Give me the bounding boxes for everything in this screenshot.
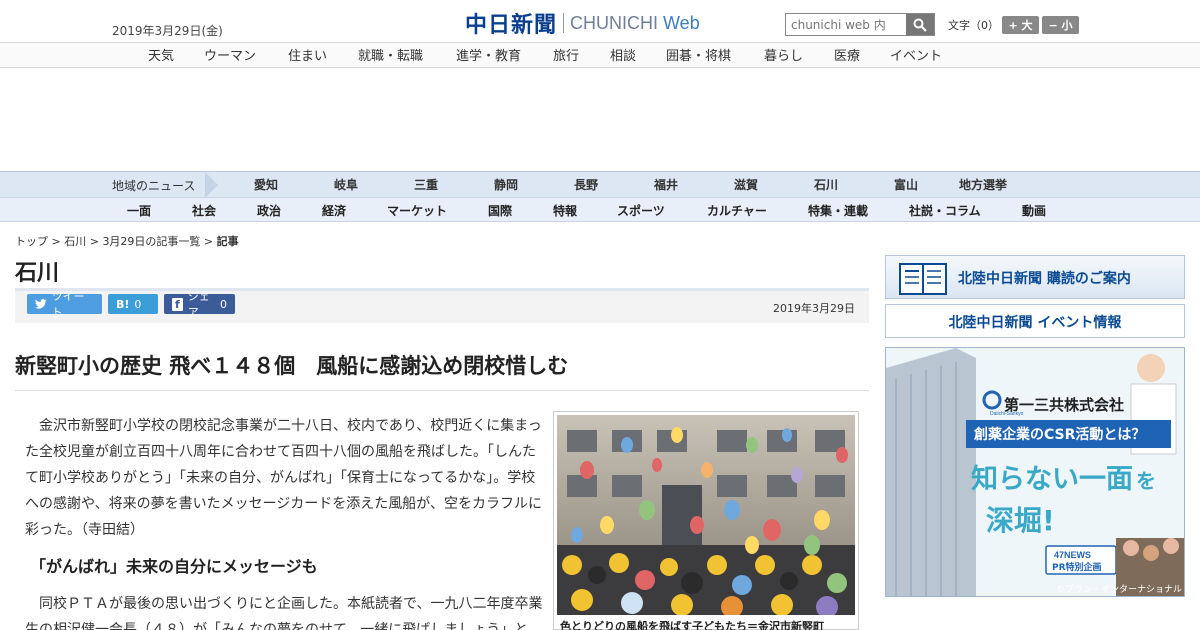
region-item-ishikawa[interactable]: 石川	[814, 176, 838, 193]
article-subhead: 「がんばれ」未来の自分にメッセージも	[30, 557, 318, 576]
facebook-share-button[interactable]: f シェア 0	[164, 290, 235, 319]
subscription-banner[interactable]: 北陸中日新聞 購読のご案内	[885, 255, 1185, 299]
hatena-icon: B!	[116, 297, 130, 311]
article-date: 2019年3月29日	[773, 302, 855, 315]
facebook-icon: f	[172, 297, 183, 311]
cat-item-politics[interactable]: 政治	[257, 202, 281, 219]
facebook-label: シェア	[187, 290, 210, 319]
logo-roman: CHUNICHI	[570, 12, 659, 33]
region-nav: 地域のニュース 愛知 岐阜 三重 静岡 長野 福井 滋賀 石川 富山 地方選挙	[0, 171, 1200, 198]
event-info-banner-text: 北陸中日新聞 イベント情報	[948, 315, 1122, 331]
nav-item-go-shogi[interactable]: 囲碁・将棋	[666, 45, 731, 64]
photo-caption: 色とりどりの風船を飛ばす子どもたち＝金沢市新竪町	[560, 620, 824, 630]
ad-tagline: 創薬企業のCSR活動とは？	[973, 426, 1145, 443]
region-item-shizuoka[interactable]: 静岡	[494, 176, 518, 193]
sidebar-advertisement[interactable]: Daiichi-Sankyo 第一三共株式会社 創薬企業のCSR活動とは？ 知ら…	[885, 347, 1185, 597]
font-size-decrease-button[interactable]: − 小	[1042, 16, 1079, 34]
ad-badge-1: 47NEWS	[1054, 550, 1091, 560]
twitter-bird-icon	[35, 299, 47, 309]
region-arrow	[205, 172, 218, 198]
balloon-photo-image	[557, 415, 855, 615]
nav-item-event[interactable]: イベント	[890, 45, 942, 64]
nav-item-woman[interactable]: ウーマン	[204, 45, 256, 64]
region-item-gifu[interactable]: 岐阜	[334, 176, 358, 193]
region-item-nagano[interactable]: 長野	[574, 176, 598, 193]
ad-company-name: 第一三共株式会社	[1004, 396, 1124, 414]
cat-item-economy[interactable]: 経済	[322, 202, 346, 219]
event-info-banner[interactable]: 北陸中日新聞 イベント情報	[885, 304, 1185, 338]
ad-headline-2: を	[1136, 469, 1156, 493]
cat-item-front[interactable]: 一面	[127, 202, 151, 219]
breadcrumb-separator: >	[48, 235, 65, 248]
cat-item-video[interactable]: 動画	[1022, 202, 1046, 219]
breadcrumb-current: 記事	[216, 235, 239, 248]
breadcrumb-pref[interactable]: 石川	[64, 235, 86, 248]
tweet-label: ツイート	[51, 290, 85, 319]
search-input[interactable]	[786, 14, 907, 35]
cat-item-sports[interactable]: スポーツ	[617, 202, 665, 219]
font-size-label: 文字（0）	[948, 19, 999, 32]
region-item-toyama[interactable]: 富山	[894, 176, 918, 193]
logo-kanji: 中日新聞	[465, 13, 558, 38]
nav-item-jobs[interactable]: 就職・転職	[358, 45, 423, 64]
search-box	[785, 13, 935, 36]
category-nav: 一面 社会 政治 経済 マーケット 国際 特報 スポーツ カルチャー 特集・連載…	[0, 197, 1200, 222]
cat-item-features[interactable]: 特集・連載	[808, 202, 868, 219]
subscription-banner-text: 北陸中日新聞 購読のご案内	[958, 271, 1131, 287]
ad-headline-3: 深堀!	[986, 504, 1055, 537]
hatena-count: 0	[134, 297, 142, 311]
nav-item-education[interactable]: 進学・教育	[456, 45, 521, 64]
ad-badge-2: PR特別企画	[1052, 561, 1102, 573]
breadcrumb-top[interactable]: トップ	[15, 235, 48, 248]
breadcrumb-list[interactable]: 3月29日の記事一覧	[102, 235, 200, 248]
cat-item-international[interactable]: 国際	[488, 202, 512, 219]
cat-item-special-report[interactable]: 特報	[553, 202, 577, 219]
logo-divider	[563, 13, 565, 33]
nav-item-consult[interactable]: 相談	[610, 45, 636, 64]
nav-item-living[interactable]: 暮らし	[764, 45, 803, 64]
cat-item-culture[interactable]: カルチャー	[707, 202, 767, 219]
region-label: 地域のニュース	[112, 179, 196, 193]
ad-credit: ©プラン・インターナショナル	[1056, 584, 1182, 595]
header-date: 2019年3月29日(金)	[112, 24, 223, 38]
newspaper-icon	[899, 263, 947, 295]
top-nav: 天気 ウーマン 住まい 就職・転職 進学・教育 旅行 相談 囲碁・将棋 暮らし …	[0, 42, 1200, 68]
search-icon	[913, 18, 927, 32]
nav-item-medical[interactable]: 医療	[834, 45, 860, 64]
hatena-bookmark-button[interactable]: B! 0	[108, 294, 158, 314]
nav-item-weather[interactable]: 天気	[148, 45, 174, 64]
region-item-fukui[interactable]: 福井	[654, 176, 678, 193]
article-photo-frame: 色とりどりの風船を飛ばす子どもたち＝金沢市新竪町	[553, 411, 859, 630]
cat-item-society[interactable]: 社会	[192, 202, 216, 219]
article-body: 同校ＰＴＡが最後の思い出づくりにと企画した。本紙読者で、一九八二年度卒業生の相沢…	[25, 596, 543, 630]
region-item-aichi[interactable]: 愛知	[254, 176, 278, 193]
share-bar: ツイート B! 0 f シェア 0 2019年3月29日	[15, 290, 869, 323]
logo-web: Web	[663, 12, 700, 33]
region-item-local-election[interactable]: 地方選挙	[959, 176, 1007, 193]
site-logo[interactable]: 中日新聞 CHUNICHI Web	[465, 10, 700, 39]
ad-headline-1: 知らない一面	[971, 464, 1133, 495]
breadcrumb-separator: >	[86, 235, 103, 248]
cat-item-editorial[interactable]: 社説・コラム	[909, 202, 981, 219]
article-lead: 金沢市新竪町小学校の閉校記念事業が二十八日、校内であり、校門近くに集まった全校児…	[25, 418, 543, 538]
nav-item-travel[interactable]: 旅行	[553, 45, 579, 64]
search-button[interactable]	[906, 14, 934, 35]
breadcrumb: トップ > 石川 > 3月29日の記事一覧 > 記事	[15, 233, 239, 249]
tweet-button[interactable]: ツイート	[27, 290, 102, 319]
facebook-count: 0	[220, 297, 227, 311]
font-size-increase-button[interactable]: + 大	[1002, 16, 1039, 34]
article-photo[interactable]	[557, 415, 855, 615]
breadcrumb-separator: >	[200, 235, 217, 248]
region-item-shiga[interactable]: 滋賀	[734, 176, 758, 193]
region-item-mie[interactable]: 三重	[414, 176, 438, 193]
cat-item-market[interactable]: マーケット	[387, 202, 447, 219]
article-headline: 新竪町小の歴史 飛べ１４８個 風船に感謝込め閉校惜しむ	[15, 354, 569, 378]
headline-divider	[15, 390, 869, 391]
section-title: 石川	[15, 261, 60, 286]
advertisement-image: Daiichi-Sankyo 第一三共株式会社 創薬企業のCSR活動とは？ 知ら…	[886, 348, 1184, 596]
nav-item-housing[interactable]: 住まい	[288, 45, 327, 64]
